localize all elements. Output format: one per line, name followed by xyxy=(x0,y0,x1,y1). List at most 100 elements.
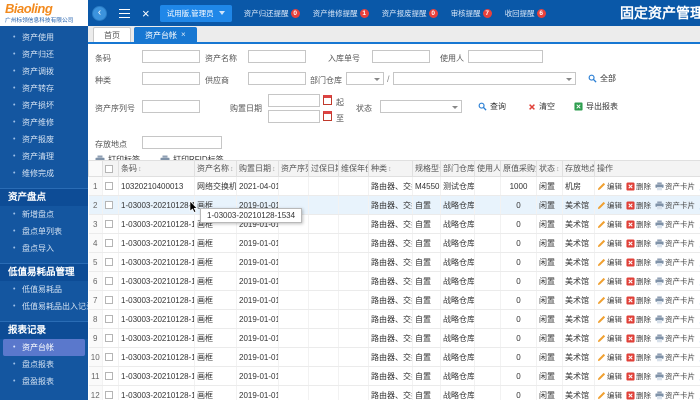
column-header[interactable]: 规格型号↕ xyxy=(412,160,441,177)
delete-button[interactable]: 删除 xyxy=(626,219,651,230)
row-checkbox[interactable] xyxy=(105,182,113,191)
row-checkbox[interactable] xyxy=(105,239,113,248)
asset-card-button[interactable]: 资产卡片 xyxy=(655,219,695,230)
column-header[interactable]: 状态↕ xyxy=(536,160,563,177)
sidebar-item[interactable]: • 盘点导入 xyxy=(0,240,88,257)
edit-button[interactable]: 编辑 xyxy=(597,352,622,363)
asset-card-button[interactable]: 资产卡片 xyxy=(655,257,695,268)
sidebar-item[interactable]: • 盘点单列表 xyxy=(0,223,88,240)
calendar-icon[interactable] xyxy=(323,95,332,105)
search-all-button[interactable]: 全部 xyxy=(588,73,616,84)
delete-button[interactable]: 删除 xyxy=(626,200,651,211)
edit-button[interactable]: 编辑 xyxy=(597,219,622,230)
delete-button[interactable]: 删除 xyxy=(626,276,651,287)
serial-input[interactable] xyxy=(142,100,200,113)
column-header[interactable]: 条码↕ xyxy=(118,160,195,177)
clear-button[interactable]: 清空 xyxy=(528,101,555,112)
dept-select[interactable] xyxy=(346,72,384,85)
sidebar-item[interactable]: • 低值易耗品出入记录 xyxy=(0,298,88,315)
edit-button[interactable]: 编辑 xyxy=(597,333,622,344)
category-input[interactable] xyxy=(142,72,200,85)
date-to-input[interactable] xyxy=(268,110,320,123)
date-from-input[interactable] xyxy=(268,94,320,107)
row-checkbox[interactable] xyxy=(105,220,113,229)
column-header[interactable]: 存放地点↕ xyxy=(562,160,595,177)
asset-card-button[interactable]: 资产卡片 xyxy=(655,333,695,344)
column-header[interactable]: 原值采购金额↕ xyxy=(500,160,537,177)
row-checkbox[interactable] xyxy=(105,315,113,324)
sidebar-item[interactable]: • 资产使用 xyxy=(0,29,88,46)
edit-button[interactable]: 编辑 xyxy=(597,200,622,211)
supplier-input[interactable] xyxy=(248,72,306,85)
query-button[interactable]: 查询 xyxy=(478,101,506,112)
delete-button[interactable]: 删除 xyxy=(626,352,651,363)
column-header[interactable]: 维保年份↕ xyxy=(338,160,369,177)
column-header[interactable]: 种类↕ xyxy=(368,160,413,177)
asset-card-button[interactable]: 资产卡片 xyxy=(655,390,695,400)
delete-button[interactable]: 删除 xyxy=(626,371,651,382)
sidebar-item[interactable]: • 盘点报表 xyxy=(0,356,88,373)
tab-asset-ledger[interactable]: 资产台帐 × xyxy=(134,27,197,42)
sidebar-item[interactable]: • 维修完成 xyxy=(0,165,88,182)
reminder-tab[interactable]: 资产维修提醒 1 xyxy=(313,8,369,19)
select-all-checkbox[interactable] xyxy=(105,164,113,173)
row-checkbox[interactable] xyxy=(105,391,113,400)
status-select[interactable] xyxy=(380,100,462,113)
row-checkbox[interactable] xyxy=(105,353,113,362)
sidebar-item[interactable]: • 低值易耗品 xyxy=(0,281,88,298)
warehouse-select[interactable] xyxy=(393,72,576,85)
export-report-button[interactable]: 导出报表 xyxy=(574,101,618,112)
sidebar-item[interactable]: • 盘盈报表 xyxy=(0,373,88,390)
column-header[interactable]: 操作 xyxy=(594,160,700,177)
edit-button[interactable]: 编辑 xyxy=(597,276,622,287)
delete-button[interactable]: 删除 xyxy=(626,390,651,400)
sidebar-collapse-button[interactable]: ‹ xyxy=(92,5,107,21)
location-input[interactable] xyxy=(142,136,222,149)
sidebar-item[interactable]: • 新增盘点 xyxy=(0,206,88,223)
asset-card-button[interactable]: 资产卡片 xyxy=(655,200,695,211)
tab-close-icon[interactable]: × xyxy=(181,31,186,39)
barcode-input[interactable] xyxy=(142,50,200,63)
calendar-icon[interactable] xyxy=(323,111,332,121)
sidebar-item[interactable]: • 资产损坏 xyxy=(0,97,88,114)
edit-button[interactable]: 编辑 xyxy=(597,371,622,382)
inbound-no-input[interactable] xyxy=(372,50,430,63)
sidebar-item[interactable]: • 资产调拨 xyxy=(0,63,88,80)
reminder-tab[interactable]: 资产报废提醒 0 xyxy=(382,8,438,19)
delete-button[interactable]: 删除 xyxy=(626,314,651,325)
asset-card-button[interactable]: 资产卡片 xyxy=(655,314,695,325)
delete-button[interactable]: 删除 xyxy=(626,333,651,344)
asset-name-input[interactable] xyxy=(248,50,306,63)
edit-button[interactable]: 编辑 xyxy=(597,238,622,249)
row-checkbox[interactable] xyxy=(105,201,113,210)
delete-button[interactable]: 删除 xyxy=(626,257,651,268)
asset-card-button[interactable]: 资产卡片 xyxy=(655,276,695,287)
column-header[interactable]: 部门仓库↕ xyxy=(440,160,475,177)
reminder-tab[interactable]: 资产归还提醒 0 xyxy=(244,8,300,19)
column-header[interactable]: 过保日期↕ xyxy=(308,160,339,177)
user-input[interactable] xyxy=(468,50,543,63)
reminder-tab[interactable]: 审核提醒 7 xyxy=(451,8,492,19)
sidebar-item[interactable]: • 资产维修 xyxy=(0,114,88,131)
sidebar-item[interactable]: • 资产归还 xyxy=(0,46,88,63)
edit-button[interactable]: 编辑 xyxy=(597,181,622,192)
user-menu-button[interactable]: 试用版,管理员 xyxy=(159,4,232,22)
column-header[interactable]: 资产序列号 xyxy=(278,160,309,177)
select-all-header[interactable] xyxy=(102,160,119,177)
row-checkbox[interactable] xyxy=(105,296,113,305)
sidebar-item[interactable]: • 资产清理 xyxy=(0,148,88,165)
delete-button[interactable]: 删除 xyxy=(626,181,651,192)
edit-button[interactable]: 编辑 xyxy=(597,314,622,325)
column-header[interactable]: 资产名称↕ xyxy=(194,160,237,177)
delete-button[interactable]: 删除 xyxy=(626,295,651,306)
asset-card-button[interactable]: 资产卡片 xyxy=(655,238,695,249)
delete-button[interactable]: 删除 xyxy=(626,238,651,249)
sidebar-item[interactable]: • 资产报废 xyxy=(0,131,88,148)
row-checkbox[interactable] xyxy=(105,258,113,267)
asset-card-button[interactable]: 资产卡片 xyxy=(655,352,695,363)
menu-icon[interactable] xyxy=(119,8,130,18)
row-checkbox[interactable] xyxy=(105,277,113,286)
asset-card-button[interactable]: 资产卡片 xyxy=(655,295,695,306)
tab-home[interactable]: 首页 xyxy=(93,27,131,42)
sidebar-item[interactable]: • 资产台帐 xyxy=(3,339,85,356)
